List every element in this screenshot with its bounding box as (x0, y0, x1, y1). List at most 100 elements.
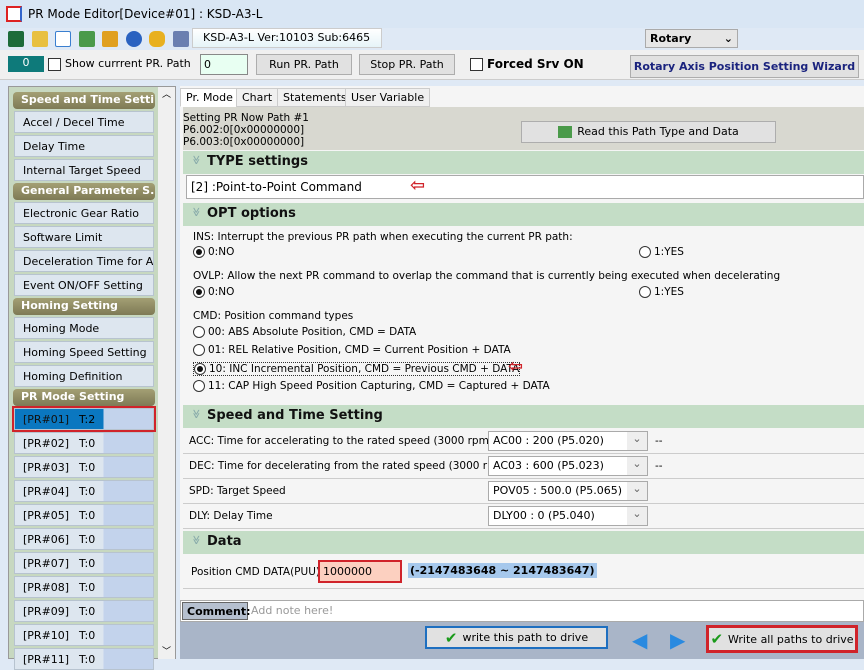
help-icon[interactable] (125, 31, 142, 47)
opt-options-header[interactable]: OPT options (183, 203, 864, 226)
sidebar: Speed and Time Setti... Accel / Decel Ti… (8, 86, 176, 670)
tab-user-variable[interactable]: User Variable (345, 88, 431, 107)
scroll-up-icon[interactable]: ︿ (158, 87, 175, 100)
rotary-wizard-button[interactable]: Rotary Axis Position Setting Wizard (630, 55, 859, 78)
pr-path-item[interactable]: [PR#07] T:0 (14, 552, 154, 574)
pr-path-item[interactable]: [PR#10] T:0 (14, 624, 154, 646)
speed-row-suffix: -- (655, 460, 663, 472)
forced-srv-on-checkbox[interactable]: Forced Srv ON (470, 57, 584, 71)
sidebar-item-decel-time[interactable]: Deceleration Time for A... (14, 250, 154, 272)
pr-path-type: T:0 (79, 533, 96, 546)
speed-setting-row: DEC: Time for decelerating from the rate… (183, 454, 864, 479)
position-data-input[interactable]: 1000000 (318, 560, 402, 583)
speed-row-suffix: -- (655, 435, 663, 447)
pr-path-type: T:0 (79, 437, 96, 450)
write-path-button[interactable]: ✔ write this path to drive (425, 626, 608, 649)
pr-path-id: [PR#07] (23, 557, 70, 570)
ins-option-yes[interactable]: 1:YES (639, 246, 684, 258)
write-all-paths-button[interactable]: ✔ Write all paths to drive (706, 625, 858, 653)
run-pr-path-button[interactable]: Run PR. Path (256, 54, 352, 75)
cmd-option-inc[interactable]: 10: INC Incremental Position, CMD = Prev… (193, 362, 521, 376)
show-current-checkbox[interactable]: Show currrent PR. Path (48, 57, 191, 71)
sidebar-item-software-limit[interactable]: Software Limit (14, 226, 154, 248)
pr-path-type: T:0 (79, 629, 96, 642)
pr-path-item[interactable]: [PR#03] T:0 (14, 456, 154, 478)
ovlp-option-no[interactable]: 0:NO (193, 286, 234, 298)
ovlp-option-yes[interactable]: 1:YES (639, 286, 684, 298)
speed-time-header[interactable]: Speed and Time Setting (183, 405, 864, 428)
ins-label: INS: Interrupt the previous PR path when… (193, 231, 573, 243)
previous-arrow-icon[interactable]: ◀ (632, 628, 647, 652)
data-header[interactable]: Data (183, 531, 864, 554)
pr-path-id: [PR#11] (23, 653, 70, 666)
sidebar-item-accel-decel[interactable]: Accel / Decel Time (14, 111, 154, 133)
pr-path-item[interactable]: [PR#08] T:0 (14, 576, 154, 598)
speed-row-select[interactable]: DLY00 : 0 (P5.040) ⌄ (488, 506, 648, 526)
save-icon[interactable] (8, 31, 24, 47)
disconnect-icon[interactable] (172, 31, 189, 47)
sidebar-item-delay-time[interactable]: Delay Time (14, 135, 154, 157)
sidebar-item-homing-speed[interactable]: Homing Speed Setting (14, 341, 154, 363)
pr-path-item[interactable]: [PR#05] T:0 (14, 504, 154, 526)
sidebar-group-speed-time[interactable]: Speed and Time Setti... (13, 92, 155, 109)
pr-path-item[interactable]: [PR#01] T:2 (12, 406, 156, 432)
sidebar-item-internal-speed[interactable]: Internal Target Speed (14, 159, 154, 181)
comment-input[interactable]: Add note here! (251, 604, 333, 617)
cmd-option-abs[interactable]: 00: ABS Absolute Position, CMD = DATA (193, 326, 416, 338)
tab-chart[interactable]: Chart (236, 88, 279, 107)
pr-path-type: T:0 (79, 653, 96, 666)
checkmark-icon: ✔ (710, 630, 724, 648)
pr-path-item[interactable]: [PR#06] T:0 (14, 528, 154, 550)
sidebar-group-general[interactable]: General Parameter S... (13, 183, 155, 200)
ins-option-no[interactable]: 0:NO (193, 246, 234, 258)
read-path-button[interactable]: Read this Path Type and Data (521, 121, 776, 143)
type-select[interactable]: [2] :Point-to-Point Command (186, 175, 864, 199)
speed-row-value: DLY00 : 0 (P5.040) (493, 509, 595, 522)
cmd-option-cap[interactable]: 11: CAP High Speed Position Capturing, C… (193, 380, 550, 392)
sidebar-item-event-onoff[interactable]: Event ON/OFF Setting (14, 274, 154, 296)
speed-row-select[interactable]: AC03 : 600 (P5.023) ⌄ (488, 456, 648, 476)
speed-row-select[interactable]: POV05 : 500.0 (P5.065) ⌄ (488, 481, 648, 501)
pr-path-type: T:0 (79, 581, 96, 594)
sidebar-item-homing-definition[interactable]: Homing Definition (14, 365, 154, 387)
scroll-down-icon[interactable]: ﹀ (158, 644, 175, 657)
pr-path-id: [PR#04] (23, 485, 70, 498)
type-value: [2] :Point-to-Point Command (191, 180, 362, 194)
sidebar-group-pr-mode[interactable]: PR Mode Setting (13, 389, 155, 406)
pr-path-item[interactable]: [PR#11] T:0 (14, 648, 154, 670)
sidebar-scrollbar[interactable]: ︿ ﹀ (158, 87, 175, 659)
bottom-bar: ✔ write this path to drive ◀ ▶ ✔ Write all… (180, 622, 864, 659)
position-data-label: Position CMD DATA(PUU) (191, 566, 320, 578)
sidebar-item-gear-ratio[interactable]: Electronic Gear Ratio (14, 202, 154, 224)
speed-row-select[interactable]: AC00 : 200 (P5.020) ⌄ (488, 431, 648, 451)
pr-path-item[interactable]: [PR#02] T:0 (14, 432, 154, 454)
open-folder-icon[interactable] (31, 31, 48, 47)
axis-mode-select[interactable]: Rotary ⌄ (645, 29, 738, 48)
path-info: Setting PR Now Path #1 P6.002:0[0x000000… (183, 107, 864, 150)
sidebar-item-homing-mode[interactable]: Homing Mode (14, 317, 154, 339)
pr-path-type: T:2 (79, 413, 96, 426)
next-arrow-icon[interactable]: ▶ (670, 628, 685, 652)
document-icon[interactable] (55, 31, 71, 47)
path-number-input[interactable]: 0 (200, 54, 248, 75)
stop-pr-path-button[interactable]: Stop PR. Path (359, 54, 455, 75)
write-all-label: Write all paths to drive (728, 632, 854, 646)
lock-icon[interactable] (149, 31, 165, 47)
pr-path-id: [PR#10] (23, 629, 70, 642)
pr-path-item[interactable]: [PR#09] T:0 (14, 600, 154, 622)
pr-path-id: [PR#05] (23, 509, 70, 522)
app-logo-icon (6, 6, 22, 22)
tab-pr-mode[interactable]: Pr. Mode (180, 88, 239, 107)
title-bar: PR Mode Editor[Device#01] : KSD-A3-L (0, 0, 864, 28)
tab-statements[interactable]: Statements (277, 88, 353, 107)
speed-row-value: AC00 : 200 (P5.020) (493, 434, 604, 447)
type-settings-header[interactable]: TYPE settings (183, 151, 864, 174)
cmd-option-rel[interactable]: 01: REL Relative Position, CMD = Current… (193, 344, 511, 356)
sidebar-group-homing[interactable]: Homing Setting (13, 298, 155, 315)
chevron-down-icon: ⌄ (723, 32, 733, 45)
pr-path-item[interactable]: [PR#04] T:0 (14, 480, 154, 502)
read-from-drive-icon[interactable] (78, 31, 95, 47)
forced-srv-label: Forced Srv ON (487, 57, 584, 71)
write-to-drive-icon[interactable] (102, 31, 118, 47)
pr-path-id: [PR#06] (23, 533, 70, 546)
